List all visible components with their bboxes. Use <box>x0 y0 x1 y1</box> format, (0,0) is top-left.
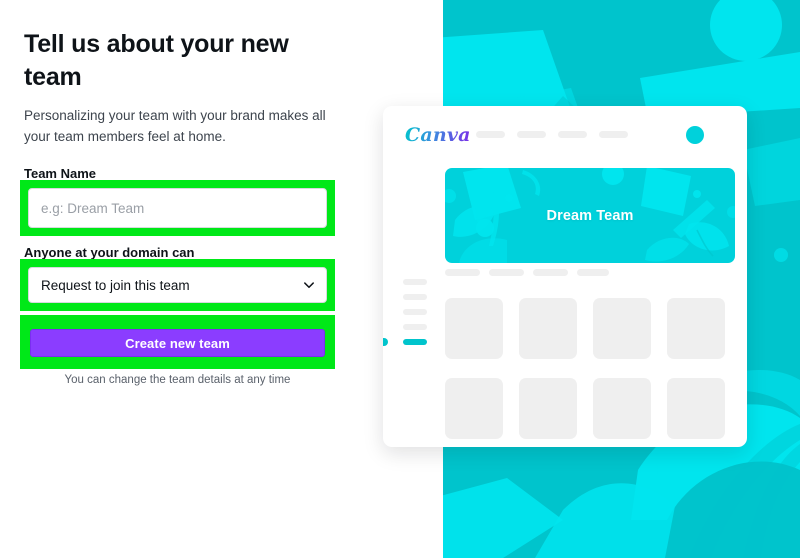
design-thumbnail <box>593 378 651 439</box>
design-thumbnail <box>445 378 503 439</box>
tab-placeholder-pill <box>577 269 609 276</box>
team-name-label: Team Name <box>24 166 97 181</box>
domain-permission-value: Request to join this team <box>41 277 190 293</box>
domain-permission-select[interactable]: Request to join this team <box>28 267 327 303</box>
domain-permission-label: Anyone at your domain can <box>24 245 195 260</box>
tab-placeholder-pill <box>445 269 480 276</box>
signup-team-screen: Tell us about your new team Personalizin… <box>0 0 800 558</box>
create-new-team-button[interactable]: Create new team <box>30 329 325 357</box>
sidebar-active-marker <box>383 338 388 346</box>
team-banner: Dream Team <box>445 168 735 263</box>
banner-title: Dream Team <box>546 207 634 224</box>
nav-placeholder-pill <box>476 131 505 138</box>
sidebar-placeholder-pill <box>403 309 427 315</box>
design-thumbnail <box>445 298 503 359</box>
page-subtitle: Personalizing your team with your brand … <box>24 108 326 144</box>
sidebar-placeholder-pill <box>403 324 427 330</box>
design-thumbnail <box>519 298 577 359</box>
nav-placeholder-pill <box>517 131 546 138</box>
helper-text: You can change the team details at any t… <box>64 374 291 386</box>
chevron-down-icon <box>304 282 314 289</box>
canva-logo: Canva <box>405 124 471 146</box>
design-thumbnail <box>667 378 725 439</box>
design-thumbnail <box>667 298 725 359</box>
sidebar-placeholder-pill <box>403 279 427 285</box>
team-setup-form: Tell us about your new team Personalizin… <box>0 0 443 558</box>
design-thumbnail <box>593 298 651 359</box>
sidebar-placeholder-pill <box>403 294 427 300</box>
design-thumbnail <box>519 378 577 439</box>
page-title: Tell us about your new team <box>24 30 289 91</box>
sidebar-active-item <box>403 339 427 345</box>
tab-placeholder-pill <box>489 269 524 276</box>
avatar <box>686 126 704 144</box>
tab-placeholder-pill <box>533 269 568 276</box>
nav-placeholder-pill <box>599 131 628 138</box>
nav-placeholder-pill <box>558 131 587 138</box>
canva-preview-card: Canva Dream Team <box>383 106 747 447</box>
team-name-input[interactable] <box>28 188 327 228</box>
